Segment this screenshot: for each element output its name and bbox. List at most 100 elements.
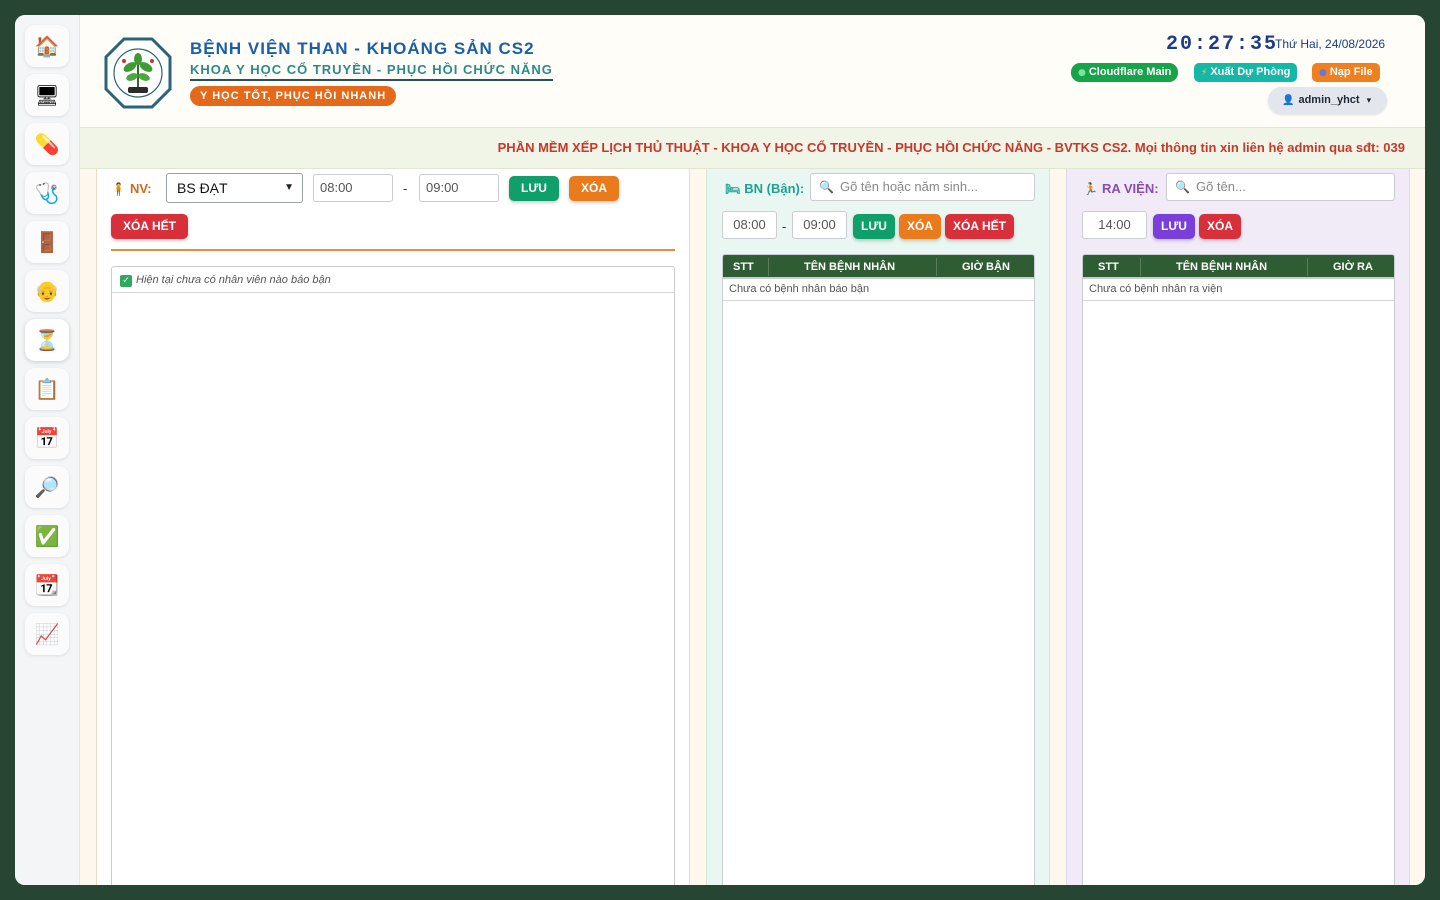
staff-time-to[interactable]: 09:00 <box>419 174 499 202</box>
patient-search-input[interactable]: 🔍 Gõ tên hoặc năm sinh... <box>810 173 1035 201</box>
staff-label-text: NV: <box>129 181 152 196</box>
sidebar-item-calendar[interactable]: 📅 <box>25 417 69 459</box>
sidebar-item-home[interactable]: 🏠 <box>25 25 69 67</box>
busy-patient-panel: 🛏 BN (Bận): 🔍 Gõ tên hoặc năm sinh... 08:0… <box>706 169 1050 885</box>
elderly-person-icon: 👴 <box>34 279 60 303</box>
sidebar-item-patients[interactable]: 👴 <box>25 270 69 312</box>
sidebar-item-checklist[interactable]: ✅ <box>25 515 69 557</box>
staff-delete-button[interactable]: XÓA <box>569 176 619 201</box>
app-window: 🏠 🖥 💊 🩺 🚪 👴 ⏳ 📋 📅 🔎 ✅ 📆 📈 BỆNH VIỆN THAN… <box>15 15 1425 885</box>
load-file-button[interactable]: ● Nạp File <box>1312 63 1380 82</box>
chart-up-icon: 📈 <box>34 622 60 646</box>
patient-delete-button[interactable]: XÓA <box>899 214 941 239</box>
header: BỆNH VIỆN THAN - KHOÁNG SẢN CS2 KHOA Y H… <box>80 15 1425 128</box>
sidebar-item-search[interactable]: 🔎 <box>25 466 69 508</box>
patient-time-to[interactable]: 09:00 <box>792 211 847 239</box>
discharge-save-button[interactable]: LƯU <box>1153 214 1195 239</box>
export-backup-label: Xuất Dự Phòng <box>1210 66 1291 78</box>
sidebar: 🏠 🖥 💊 🩺 🚪 👴 ⏳ 📋 📅 🔎 ✅ 📆 📈 <box>15 15 80 885</box>
sidebar-item-monitor[interactable]: 🖥 <box>25 74 69 116</box>
empty-message: Hiện tại chưa có nhân viên nào báo bận <box>136 274 331 286</box>
empty-state: ✓ Hiện tại chưa có nhân viên nào báo bận <box>112 267 674 293</box>
column-patient-name: TÊN BỆNH NHÂN <box>804 261 896 273</box>
time-separator: - <box>403 181 408 196</box>
announcement-text: PHẦN MỀM XẾP LỊCH THỦ THUẬT - KHOA Y HỌC… <box>497 140 1405 155</box>
sidebar-item-schedule[interactable]: 📆 <box>25 564 69 606</box>
current-date: Thứ Hai, 24/08/2026 <box>1275 37 1386 51</box>
home-icon: 🏠 <box>34 34 60 58</box>
discharge-time[interactable]: 14:00 <box>1082 211 1147 239</box>
staff-save-button[interactable]: LƯU <box>509 176 559 201</box>
busy-patient-table: STT TÊN BỆNH NHÂN GIỜ BẬN Chưa có bệnh n… <box>722 254 1035 885</box>
staff-delete-all-button[interactable]: XÓA HẾT <box>111 214 188 239</box>
clock: 20:27:35 <box>1166 33 1279 56</box>
discharge-table: STT TÊN BỆNH NHÂN GIỜ RA Chưa có bệnh nh… <box>1082 254 1395 885</box>
clipboard-icon: 📋 <box>34 377 60 401</box>
table-header: STT TÊN BỆNH NHÂN GIỜ BẬN <box>723 255 1034 279</box>
running-person-icon: 🏃 <box>1083 182 1098 196</box>
section-divider <box>111 249 675 251</box>
search-icon: 🔍 <box>819 180 834 194</box>
sidebar-item-records[interactable]: 📋 <box>25 368 69 410</box>
monitor-icon: 🖥 <box>34 83 60 107</box>
door-icon: 🚪 <box>34 230 60 254</box>
hospital-logo <box>104 37 172 109</box>
search-icon: 🔍 <box>1175 180 1190 194</box>
discharge-delete-button[interactable]: XÓA <box>1199 214 1241 239</box>
patient-save-button[interactable]: LƯU <box>853 214 895 239</box>
discharge-label: 🏃 RA VIỆN: <box>1083 181 1159 196</box>
sidebar-item-rooms[interactable]: 🚪 <box>25 221 69 263</box>
column-busy-time: GIỜ BẬN <box>962 261 1010 273</box>
staff-label: 🧍 NV: <box>111 181 152 196</box>
column-patient-name: TÊN BỆNH NHÂN <box>1176 261 1268 273</box>
calendar-grid-icon: 📆 <box>34 573 60 597</box>
table-header: STT TÊN BỆNH NHÂN GIỜ RA <box>1083 255 1394 279</box>
patient-search-placeholder: Gõ tên hoặc năm sinh... <box>839 179 978 194</box>
sidebar-item-medicine[interactable]: 💊 <box>25 123 69 165</box>
cloud-dot-icon: ● <box>1078 68 1086 78</box>
pill-icon: 💊 <box>34 132 60 156</box>
bed-icon: 🛏 <box>725 182 741 196</box>
chevron-down-icon: ▼ <box>284 182 294 193</box>
discharge-label-text: RA VIỆN: <box>1101 181 1159 196</box>
calendar-icon: 📅 <box>34 426 60 450</box>
user-menu-button[interactable]: 👤 admin_yhct ▾ <box>1268 87 1387 114</box>
hospital-name: BỆNH VIỆN THAN - KHOÁNG SẢN CS2 <box>190 39 535 58</box>
load-file-label: Nạp File <box>1329 66 1373 78</box>
patient-time-from[interactable]: 08:00 <box>722 211 777 239</box>
hourglass-icon: ⏳ <box>34 328 60 352</box>
staff-select-value: BS ĐẠT <box>177 180 228 196</box>
staff-time-from[interactable]: 08:00 <box>313 174 393 202</box>
department-name: KHOA Y HỌC CỔ TRUYỀN - PHỤC HỒI CHỨC NĂN… <box>190 62 553 81</box>
sidebar-item-statistics[interactable]: 📈 <box>25 613 69 655</box>
lightning-icon: ⚡ <box>1201 68 1208 78</box>
checkbox-icon: ✅ <box>34 524 60 548</box>
patient-delete-all-button[interactable]: XÓA HẾT <box>945 214 1014 239</box>
discharge-search-placeholder: Gõ tên... <box>1195 179 1246 194</box>
busy-patient-label-text: BN (Bận): <box>744 181 805 196</box>
cloudflare-main-button[interactable]: ● Cloudflare Main <box>1071 63 1179 82</box>
file-icon: ● <box>1319 68 1327 78</box>
column-stt: STT <box>1098 261 1119 273</box>
empty-message: Chưa có bệnh nhân báo bận <box>723 279 1034 301</box>
stethoscope-icon: 🩺 <box>34 181 60 205</box>
chevron-down-icon: ▾ <box>1366 95 1372 105</box>
export-backup-button[interactable]: ⚡ Xuất Dự Phòng <box>1194 63 1298 82</box>
column-discharge-time: GIỜ RA <box>1333 261 1373 273</box>
main-area: BỆNH VIỆN THAN - KHOÁNG SẢN CS2 KHOA Y H… <box>80 15 1425 885</box>
username: admin_yhct <box>1298 94 1360 106</box>
discharge-search-input[interactable]: 🔍 Gõ tên... <box>1166 173 1395 201</box>
time-separator: - <box>782 219 787 234</box>
cloudflare-main-label: Cloudflare Main <box>1088 66 1172 78</box>
empty-message: Chưa có bệnh nhân ra viện <box>1083 279 1394 301</box>
discharge-panel: 🏃 RA VIỆN: 🔍 Gõ tên... 14:00 LƯU XÓA STT T… <box>1066 169 1410 885</box>
staff-select[interactable]: BS ĐẠT ▼ <box>166 173 303 203</box>
magnifier-icon: 🔎 <box>34 475 60 499</box>
busy-patient-label: 🛏 BN (Bận): <box>725 181 804 196</box>
column-stt: STT <box>733 261 754 273</box>
sidebar-item-examination[interactable]: 🩺 <box>25 172 69 214</box>
content-area: 🧍 NV: BS ĐẠT ▼ 08:00 - 09:00 LƯU XÓA XÓA H… <box>80 169 1425 885</box>
sidebar-item-busy-schedule[interactable]: ⏳ <box>25 319 69 361</box>
staff-busy-list: ✓ Hiện tại chưa có nhân viên nào báo bận <box>111 266 675 885</box>
user-icon: 👤 <box>1282 95 1295 106</box>
